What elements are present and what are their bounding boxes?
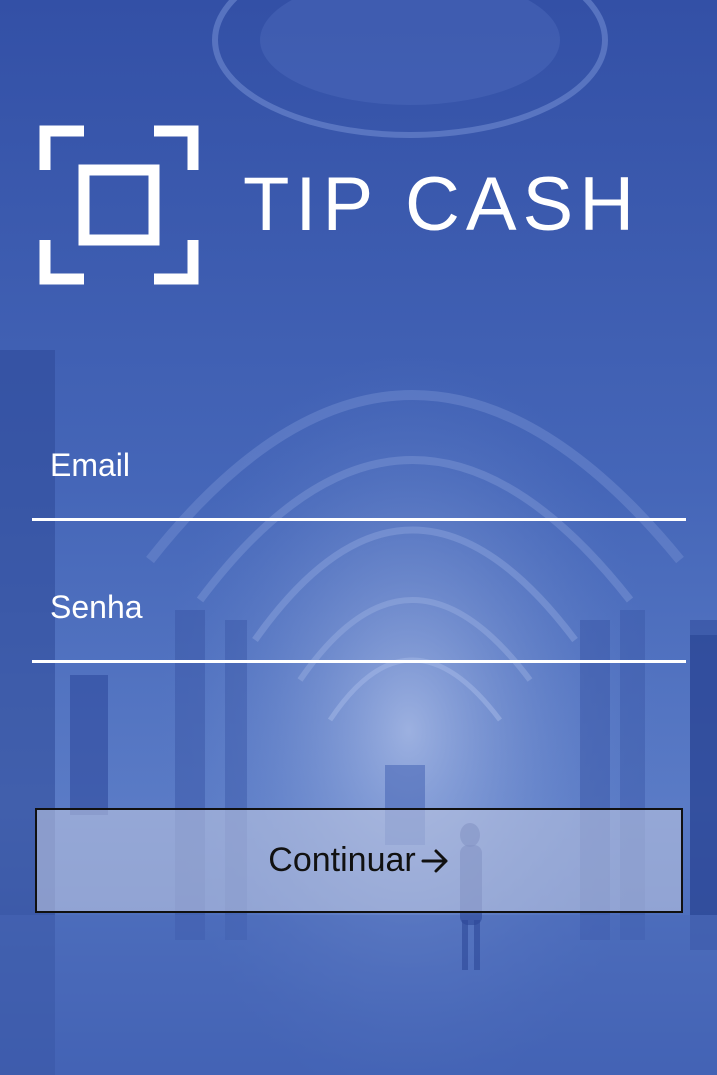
password-field-container (32, 590, 686, 663)
email-field[interactable] (50, 448, 670, 482)
app-title: TIP CASH (243, 162, 641, 247)
login-screen: TIP CASH Continuar (0, 0, 717, 1075)
email-field-container (32, 448, 686, 521)
continue-button[interactable]: Continuar (35, 808, 683, 913)
arrow-right-icon (421, 849, 448, 872)
continue-label: Continuar (268, 841, 416, 879)
scan-frame-icon (39, 125, 199, 285)
password-field[interactable] (50, 590, 670, 624)
